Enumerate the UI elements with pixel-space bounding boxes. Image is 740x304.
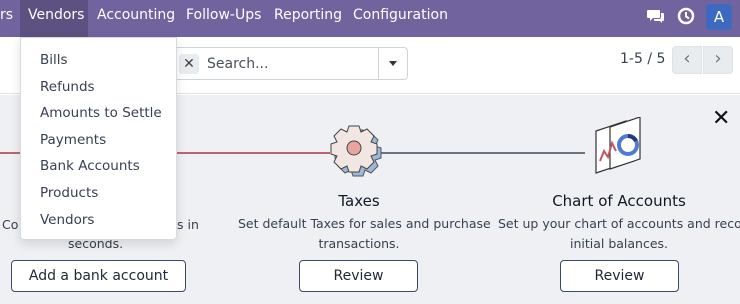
step-desc-line2: initial balances. xyxy=(569,236,669,251)
menu-item-products[interactable]: Products xyxy=(21,180,176,207)
onboarding-step-chart-of-accounts: Chart of Accounts Set up your chart of a… xyxy=(498,192,740,254)
step-desc-right-fragment: s in xyxy=(177,217,199,232)
vendors-dropdown-menu: Bills Refunds Amounts to Settle Payments… xyxy=(20,37,177,240)
nav-item-configuration[interactable]: Configuration xyxy=(353,0,448,37)
add-bank-account-button[interactable]: Add a bank account xyxy=(11,260,186,292)
menu-item-bank-accounts[interactable]: Bank Accounts xyxy=(21,153,176,180)
menu-item-payments[interactable]: Payments xyxy=(21,127,176,154)
menu-item-vendors[interactable]: Vendors xyxy=(21,207,176,234)
search-options-toggle[interactable] xyxy=(378,48,407,79)
step-title: Chart of Accounts xyxy=(552,192,686,210)
pager-prev-button[interactable]: ‹ xyxy=(672,46,702,74)
clock-icon[interactable] xyxy=(676,6,696,30)
step-title: Taxes xyxy=(338,192,380,210)
taxes-review-button[interactable]: Review xyxy=(299,260,418,292)
nav-item-partial[interactable]: rs xyxy=(0,0,18,37)
menu-item-amounts-to-settle[interactable]: Amounts to Settle xyxy=(21,100,176,127)
nav-item-reporting[interactable]: Reporting xyxy=(274,0,342,37)
nav-item-follow-ups[interactable]: Follow-Ups xyxy=(186,0,261,37)
step-desc-line2: transactions. xyxy=(318,236,400,251)
step-desc-line1: Set up your chart of accounts and record xyxy=(498,216,740,231)
step-desc-left-fragment: Co xyxy=(2,217,19,232)
nav-item-vendors[interactable]: Vendors xyxy=(20,0,88,37)
clear-search-icon[interactable]: ✕ xyxy=(179,54,199,74)
pager-next-button[interactable]: › xyxy=(703,46,733,74)
chat-icon[interactable] xyxy=(646,6,666,30)
search-input[interactable] xyxy=(207,52,377,76)
search-box: ✕ xyxy=(172,47,408,80)
top-navbar: rs Vendors Accounting Follow-Ups Reporti… xyxy=(0,0,740,37)
pager-value[interactable]: 1-5 / 5 xyxy=(620,51,665,67)
chart-of-accounts-review-button[interactable]: Review xyxy=(560,260,679,292)
avatar[interactable]: A xyxy=(706,4,732,30)
close-icon[interactable]: ✕ xyxy=(712,108,730,130)
menu-item-refunds[interactable]: Refunds xyxy=(21,74,176,101)
chart-icon xyxy=(588,116,652,183)
menu-item-bills[interactable]: Bills xyxy=(21,47,176,74)
step-desc-line1: Set default Taxes for sales and purchase xyxy=(238,216,491,231)
progress-line xyxy=(375,152,585,154)
nav-item-accounting[interactable]: Accounting xyxy=(97,0,175,37)
gear-icon xyxy=(330,120,384,184)
onboarding-step-taxes: Taxes Set default Taxes for sales and pu… xyxy=(238,192,491,254)
